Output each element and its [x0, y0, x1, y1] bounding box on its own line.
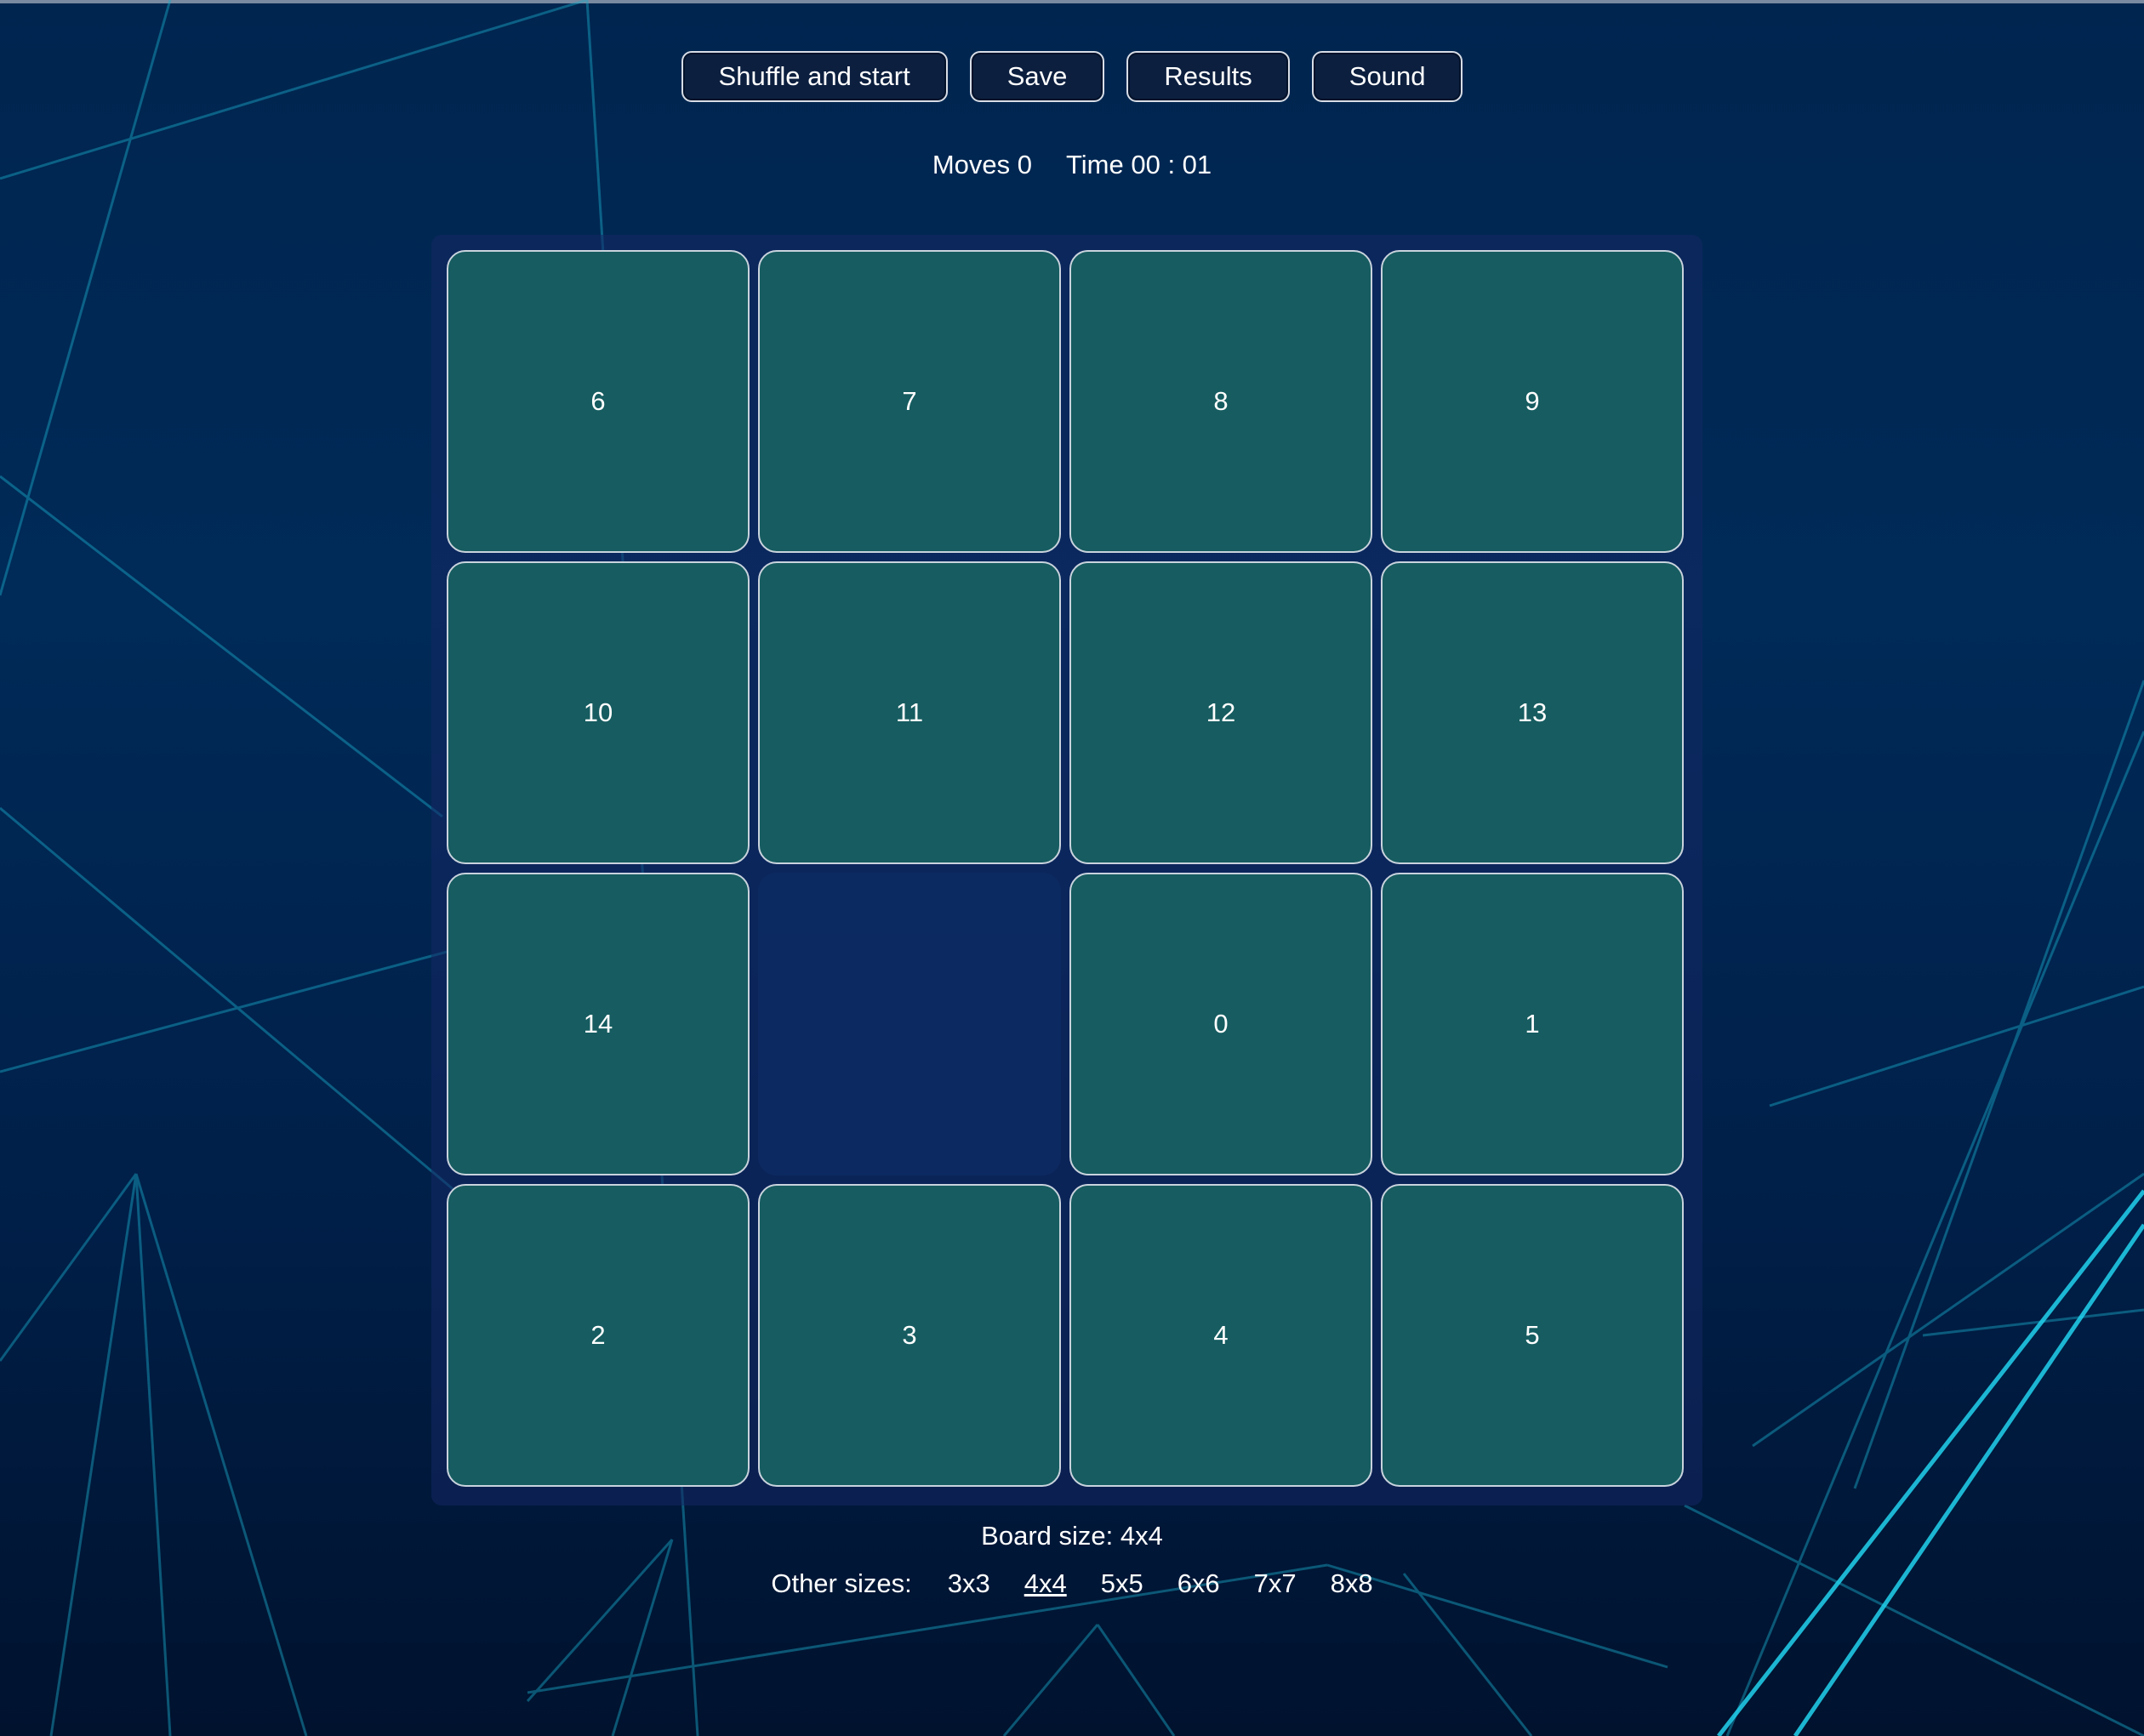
- puzzle-tile[interactable]: 9: [1381, 250, 1684, 553]
- board-size-label: Board size: 4x4: [981, 1521, 1163, 1551]
- puzzle-tile[interactable]: 12: [1069, 561, 1372, 864]
- puzzle-board: 6 7 8 9 10 11 12 13 14 0 1 2 3 4 5: [431, 235, 1702, 1505]
- puzzle-tile[interactable]: 13: [1381, 561, 1684, 864]
- moves-counter: Moves 0: [932, 150, 1032, 179]
- other-sizes-label: Other sizes:: [771, 1568, 912, 1598]
- puzzle-tile[interactable]: 4: [1069, 1184, 1372, 1487]
- size-selector: Other sizes: 3x3 4x4 5x5 6x6 7x7 8x8: [0, 1568, 2144, 1599]
- puzzle-tile[interactable]: 6: [447, 250, 750, 553]
- size-option-7x7[interactable]: 7x7: [1254, 1568, 1297, 1599]
- puzzle-tile[interactable]: 5: [1381, 1184, 1684, 1487]
- toolbar: Shuffle and start Save Results Sound: [0, 51, 2144, 102]
- puzzle-tile[interactable]: 7: [758, 250, 1061, 553]
- size-option-5x5[interactable]: 5x5: [1101, 1568, 1143, 1599]
- puzzle-tile[interactable]: 14: [447, 873, 750, 1175]
- empty-slot: [758, 873, 1061, 1175]
- timer: Time 00 : 01: [1066, 150, 1212, 179]
- shuffle-and-start-button[interactable]: Shuffle and start: [681, 51, 948, 102]
- puzzle-tile[interactable]: 11: [758, 561, 1061, 864]
- size-option-6x6[interactable]: 6x6: [1177, 1568, 1220, 1599]
- puzzle-tile[interactable]: 10: [447, 561, 750, 864]
- puzzle-tile[interactable]: 0: [1069, 873, 1372, 1175]
- results-button[interactable]: Results: [1126, 51, 1290, 102]
- save-button[interactable]: Save: [969, 51, 1105, 102]
- puzzle-tile[interactable]: 3: [758, 1184, 1061, 1487]
- sound-button[interactable]: Sound: [1311, 51, 1463, 102]
- size-option-3x3[interactable]: 3x3: [948, 1568, 990, 1599]
- puzzle-tile[interactable]: 1: [1381, 873, 1684, 1175]
- puzzle-tile[interactable]: 8: [1069, 250, 1372, 553]
- size-option-8x8[interactable]: 8x8: [1331, 1568, 1373, 1599]
- puzzle-tile[interactable]: 2: [447, 1184, 750, 1487]
- size-option-4x4[interactable]: 4x4: [1024, 1568, 1067, 1599]
- game-stats: Moves 0 Time 00 : 01: [0, 150, 2144, 180]
